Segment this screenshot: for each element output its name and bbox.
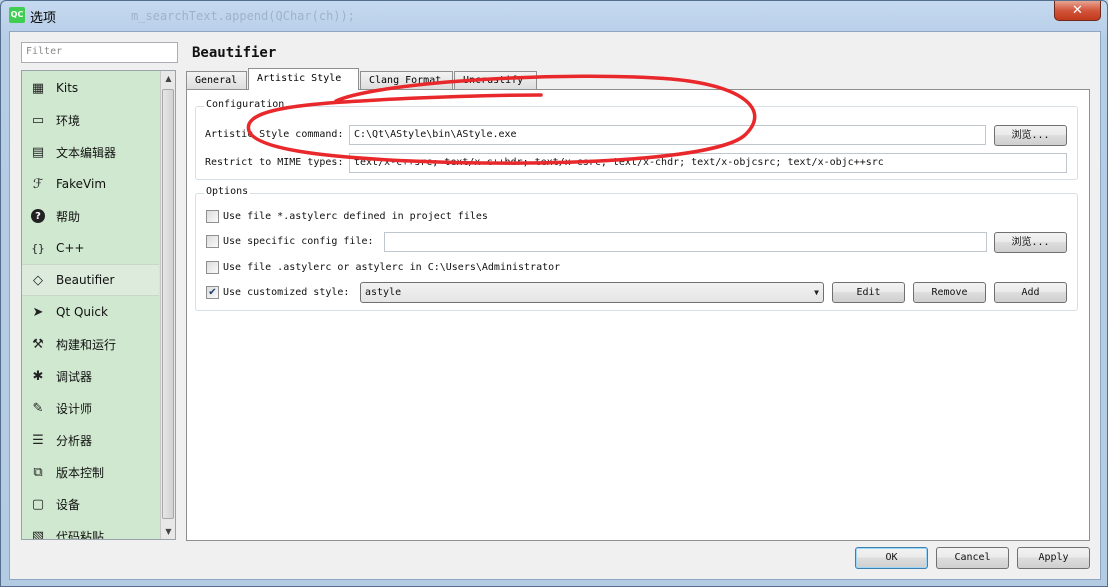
mime-label: Restrict to MIME types:	[205, 157, 344, 168]
tab-artistic-style[interactable]: Artistic Style	[248, 68, 359, 90]
specific-config-checkbox[interactable]	[206, 235, 219, 248]
ok-button[interactable]: OK	[855, 547, 928, 569]
artistic-style-pane: Configuration Artistic Style command: C:…	[186, 89, 1090, 541]
apply-button[interactable]: Apply	[1017, 547, 1090, 569]
sidebar-item--[interactable]: ✎ 设计师	[22, 392, 159, 424]
sidebar-item-label: 版本控制	[56, 465, 105, 480]
sidebar-item-c++[interactable]: {} C++	[22, 232, 159, 264]
astylerc-project-checkbox[interactable]	[206, 210, 219, 223]
command-field[interactable]: C:\Qt\AStyle\bin\AStyle.exe	[349, 125, 986, 145]
page-title: Beautifier	[192, 45, 277, 61]
tab-clang-format[interactable]: Clang Format	[360, 71, 453, 90]
sidebar-item--[interactable]: ⧉ 版本控制	[22, 456, 159, 488]
scroll-down-arrow-icon[interactable]: ▼	[161, 524, 175, 539]
chevron-down-icon: ▼	[814, 288, 819, 297]
qtcreator-app-icon: QC	[9, 7, 25, 23]
sidebar-item-label: 设计师	[56, 401, 93, 416]
sidebar-item-label: Qt Quick	[56, 305, 108, 319]
custom-style-combo[interactable]: astyle ▼	[360, 282, 824, 303]
custom-style-checkbox[interactable]: ✔	[206, 286, 219, 299]
dialog-client-area: Filter ▧ 代码粘贴 ▢ 设备 ⧉ 版本控制 ☰ 分析器 ✎ 设计师 ✱ 调试器 ⚒ 构建和运行 ➤ Q…	[9, 31, 1101, 580]
category-list: ▧ 代码粘贴 ▢ 设备 ⧉ 版本控制 ☰ 分析器 ✎ 设计师 ✱ 调试器 ⚒ 构建和运行 ➤ Qt Quick…	[21, 70, 176, 540]
category-scrollbar[interactable]: ▲ ▼	[160, 71, 175, 539]
sidebar-item--[interactable]: ▤ 文本编辑器	[22, 136, 159, 168]
sidebar-item-kits[interactable]: ▦ Kits	[22, 72, 159, 104]
version-control-icon: ⧉	[33, 464, 43, 480]
background-code-text: m_searchText.append(QChar(ch));	[131, 9, 355, 23]
edit-style-button[interactable]: Edit	[832, 282, 905, 303]
sidebar-item-label: 设备	[56, 497, 81, 512]
cancel-button[interactable]: Cancel	[936, 547, 1009, 569]
tab-general[interactable]: General	[186, 71, 247, 90]
options-window: QC 选项 m_searchText.append(QChar(ch)); ✕ …	[0, 0, 1108, 587]
remove-style-button[interactable]: Remove	[913, 282, 986, 303]
clipboard-icon: ▧	[31, 528, 45, 540]
custom-style-label: Use customized style:	[223, 287, 350, 298]
sidebar-item-beautifier[interactable]: ◇ Beautifier	[22, 264, 159, 296]
sidebar-item-label: 帮助	[56, 209, 81, 224]
title-bar[interactable]: QC 选项 m_searchText.append(QChar(ch)); ✕	[1, 1, 1107, 31]
fakevim-icon: ℱ	[32, 176, 44, 192]
sidebar-item--[interactable]: ▭ 环境	[22, 104, 159, 136]
sidebar-item--[interactable]: ? 帮助	[22, 200, 159, 232]
configuration-title: Configuration	[204, 99, 287, 110]
sidebar-item-label: 分析器	[56, 433, 93, 448]
custom-style-value: astyle	[365, 287, 402, 298]
command-label: Artistic Style command:	[205, 129, 344, 140]
braces-icon: {}	[31, 241, 45, 255]
sidebar-item--[interactable]: ☰ 分析器	[22, 424, 159, 456]
tab-uncrustify[interactable]: Uncrustify	[454, 71, 537, 90]
config-browse-button[interactable]: 浏览...	[994, 232, 1067, 253]
sidebar-item-label: 环境	[56, 113, 81, 128]
sidebar-item--[interactable]: ▢ 设备	[22, 488, 159, 520]
hammer-icon: ⚒	[32, 336, 44, 352]
astylerc-project-label: Use file *.astylerc defined in project f…	[223, 211, 488, 222]
mime-field[interactable]: text/x-c++src; text/x-c++hdr; text/x-csr…	[349, 153, 1067, 173]
monitor-icon: ▭	[31, 112, 45, 128]
pencil-icon: ✎	[32, 400, 44, 416]
sidebar-item-qt-quick[interactable]: ➤ Qt Quick	[22, 296, 159, 328]
sidebar-item-label: Kits	[56, 81, 79, 95]
sidebar-item-fakevim[interactable]: ℱ FakeVim	[22, 168, 159, 200]
kits-icon: ▦	[31, 80, 45, 96]
sidebar-item-label: Beautifier	[56, 273, 115, 287]
filter-input[interactable]: Filter	[21, 42, 178, 63]
config-file-field[interactable]	[384, 232, 987, 252]
close-button[interactable]: ✕	[1054, 1, 1101, 21]
options-group: Options Use file *.astylerc defined in p…	[195, 186, 1078, 311]
bug-icon: ✱	[32, 368, 44, 384]
sidebar-item--[interactable]: ▧ 代码粘贴	[22, 520, 159, 540]
sidebar-item--[interactable]: ✱ 调试器	[22, 360, 159, 392]
window-title: 选项	[30, 11, 57, 26]
analyzer-icon: ☰	[32, 432, 44, 448]
sidebar-item-label: FakeVim	[56, 177, 107, 191]
options-title: Options	[204, 186, 251, 197]
home-astylerc-checkbox[interactable]	[206, 261, 219, 274]
configuration-group: Configuration Artistic Style command: C:…	[195, 99, 1078, 180]
sidebar-item-label: 文本编辑器	[56, 145, 117, 160]
help-icon: ?	[31, 209, 45, 223]
add-style-button[interactable]: Add	[994, 282, 1067, 303]
home-astylerc-label: Use file .astylerc or astylerc in C:\Use…	[223, 262, 561, 273]
diamond-icon: ◇	[33, 272, 43, 288]
scroll-up-arrow-icon[interactable]: ▲	[161, 71, 175, 86]
sidebar-item--[interactable]: ⚒ 构建和运行	[22, 328, 159, 360]
sidebar-item-label: 调试器	[56, 369, 93, 384]
sidebar-item-label: 构建和运行	[56, 337, 117, 352]
device-icon: ▢	[31, 496, 45, 512]
sidebar-item-label: 代码粘贴	[56, 529, 105, 540]
qtquick-icon: ➤	[32, 304, 44, 320]
scroll-thumb[interactable]	[162, 89, 174, 519]
sidebar-item-label: C++	[56, 241, 85, 255]
specific-config-label: Use specific config file:	[223, 236, 374, 247]
command-browse-button[interactable]: 浏览...	[994, 125, 1067, 146]
text-editor-icon: ▤	[31, 144, 45, 160]
